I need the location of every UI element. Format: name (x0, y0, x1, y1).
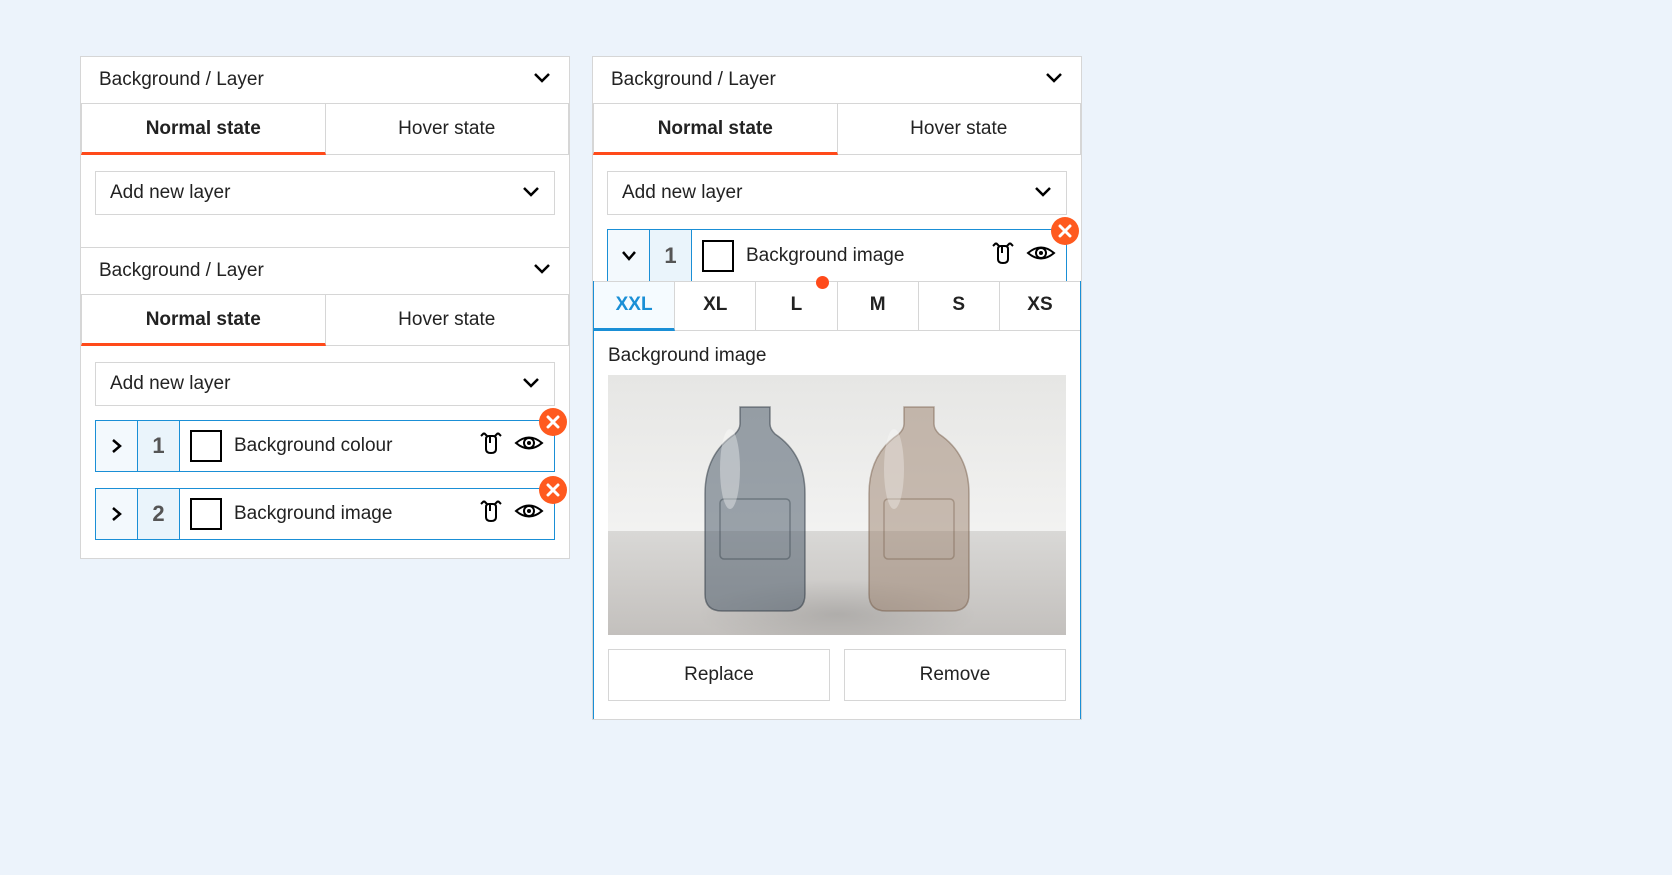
close-icon[interactable] (1051, 217, 1079, 245)
layer-row-image[interactable]: 2 Background image (95, 488, 555, 540)
remove-button[interactable]: Remove (844, 649, 1066, 701)
expand-chevron-icon[interactable] (96, 489, 138, 539)
chevron-down-icon[interactable] (1045, 71, 1063, 89)
chevron-down-icon (1034, 182, 1052, 204)
tab-label: Normal state (658, 118, 773, 139)
layer-label: Background image (234, 503, 476, 525)
chevron-down-icon[interactable] (533, 71, 551, 89)
layer-row-image-expanded[interactable]: 1 Background image (607, 229, 1067, 281)
tab-label: Hover state (398, 118, 495, 139)
visibility-icon[interactable] (514, 432, 544, 460)
tab-label: Hover state (398, 309, 495, 330)
tab-label: Normal state (146, 309, 261, 330)
right-panel: Background / Layer Normal state Hover st… (592, 56, 1082, 720)
layer-index: 1 (138, 421, 180, 471)
state-tabs: Normal state Hover state (593, 104, 1081, 155)
section-header-1[interactable]: Background / Layer (81, 57, 569, 104)
breakpoint-tab-s[interactable]: S (919, 282, 1000, 331)
chevron-down-icon (522, 182, 540, 204)
chevron-down-icon[interactable] (533, 262, 551, 280)
tab-normal-state[interactable]: Normal state (593, 104, 838, 155)
state-tabs-2: Normal state Hover state (81, 295, 569, 346)
breakpoint-tab-xxl[interactable]: XXL (594, 282, 675, 331)
layer-label: Background colour (234, 435, 476, 457)
section-title: Background / Layer (99, 69, 264, 91)
preview-glyph (680, 399, 830, 619)
button-label: Replace (684, 664, 754, 685)
layer-label: Background image (746, 245, 988, 267)
colour-swatch[interactable] (190, 430, 222, 462)
section-header[interactable]: Background / Layer (593, 57, 1081, 104)
tab-normal-state[interactable]: Normal state (81, 104, 326, 155)
add-layer-label: Add new layer (622, 182, 742, 204)
breakpoint-tab-l[interactable]: L (756, 282, 837, 331)
chevron-down-icon (522, 373, 540, 395)
layer-expanded-body: XXLXLLMSXS Background image (593, 281, 1081, 719)
add-layer-label: Add new layer (110, 373, 230, 395)
section-title: Background / Layer (611, 69, 776, 91)
indicator-dot-icon (816, 276, 829, 289)
state-tabs: Normal state Hover state (81, 104, 569, 155)
close-icon[interactable] (539, 408, 567, 436)
left-panel: Background / Layer Normal state Hover st… (80, 56, 570, 559)
replace-button[interactable]: Replace (608, 649, 830, 701)
add-layer-label: Add new layer (110, 182, 230, 204)
section-title: Background / Layer (99, 260, 264, 282)
tab-label: Normal state (146, 118, 261, 139)
breakpoint-tab-xs[interactable]: XS (1000, 282, 1080, 331)
breakpoint-tabs: XXLXLLMSXS (594, 281, 1080, 331)
button-label: Remove (920, 664, 991, 685)
expand-chevron-icon[interactable] (96, 421, 138, 471)
background-image-heading: Background image (608, 345, 1066, 367)
add-layer-select[interactable]: Add new layer (607, 171, 1067, 215)
preview-glyph (844, 399, 994, 619)
tab-hover-state[interactable]: Hover state (326, 104, 570, 155)
visibility-icon[interactable] (1026, 242, 1056, 270)
image-thumb[interactable] (702, 240, 734, 272)
layer-index: 1 (650, 230, 692, 281)
close-icon[interactable] (539, 476, 567, 504)
drag-icon[interactable] (476, 497, 506, 531)
tab-hover-state[interactable]: Hover state (326, 295, 570, 346)
drag-icon[interactable] (476, 429, 506, 463)
image-preview (608, 375, 1066, 635)
tab-hover-state[interactable]: Hover state (838, 104, 1082, 155)
visibility-icon[interactable] (514, 500, 544, 528)
breakpoint-tab-m[interactable]: M (838, 282, 919, 331)
collapse-chevron-icon[interactable] (608, 230, 650, 281)
layer-index: 2 (138, 489, 180, 539)
add-layer-select-2[interactable]: Add new layer (95, 362, 555, 406)
section-header-2[interactable]: Background / Layer (81, 247, 569, 295)
drag-icon[interactable] (988, 239, 1018, 273)
add-layer-select[interactable]: Add new layer (95, 171, 555, 215)
tab-label: Hover state (910, 118, 1007, 139)
breakpoint-tab-xl[interactable]: XL (675, 282, 756, 331)
image-thumb[interactable] (190, 498, 222, 530)
tab-normal-state[interactable]: Normal state (81, 295, 326, 346)
layer-row-colour[interactable]: 1 Background colour (95, 420, 555, 472)
